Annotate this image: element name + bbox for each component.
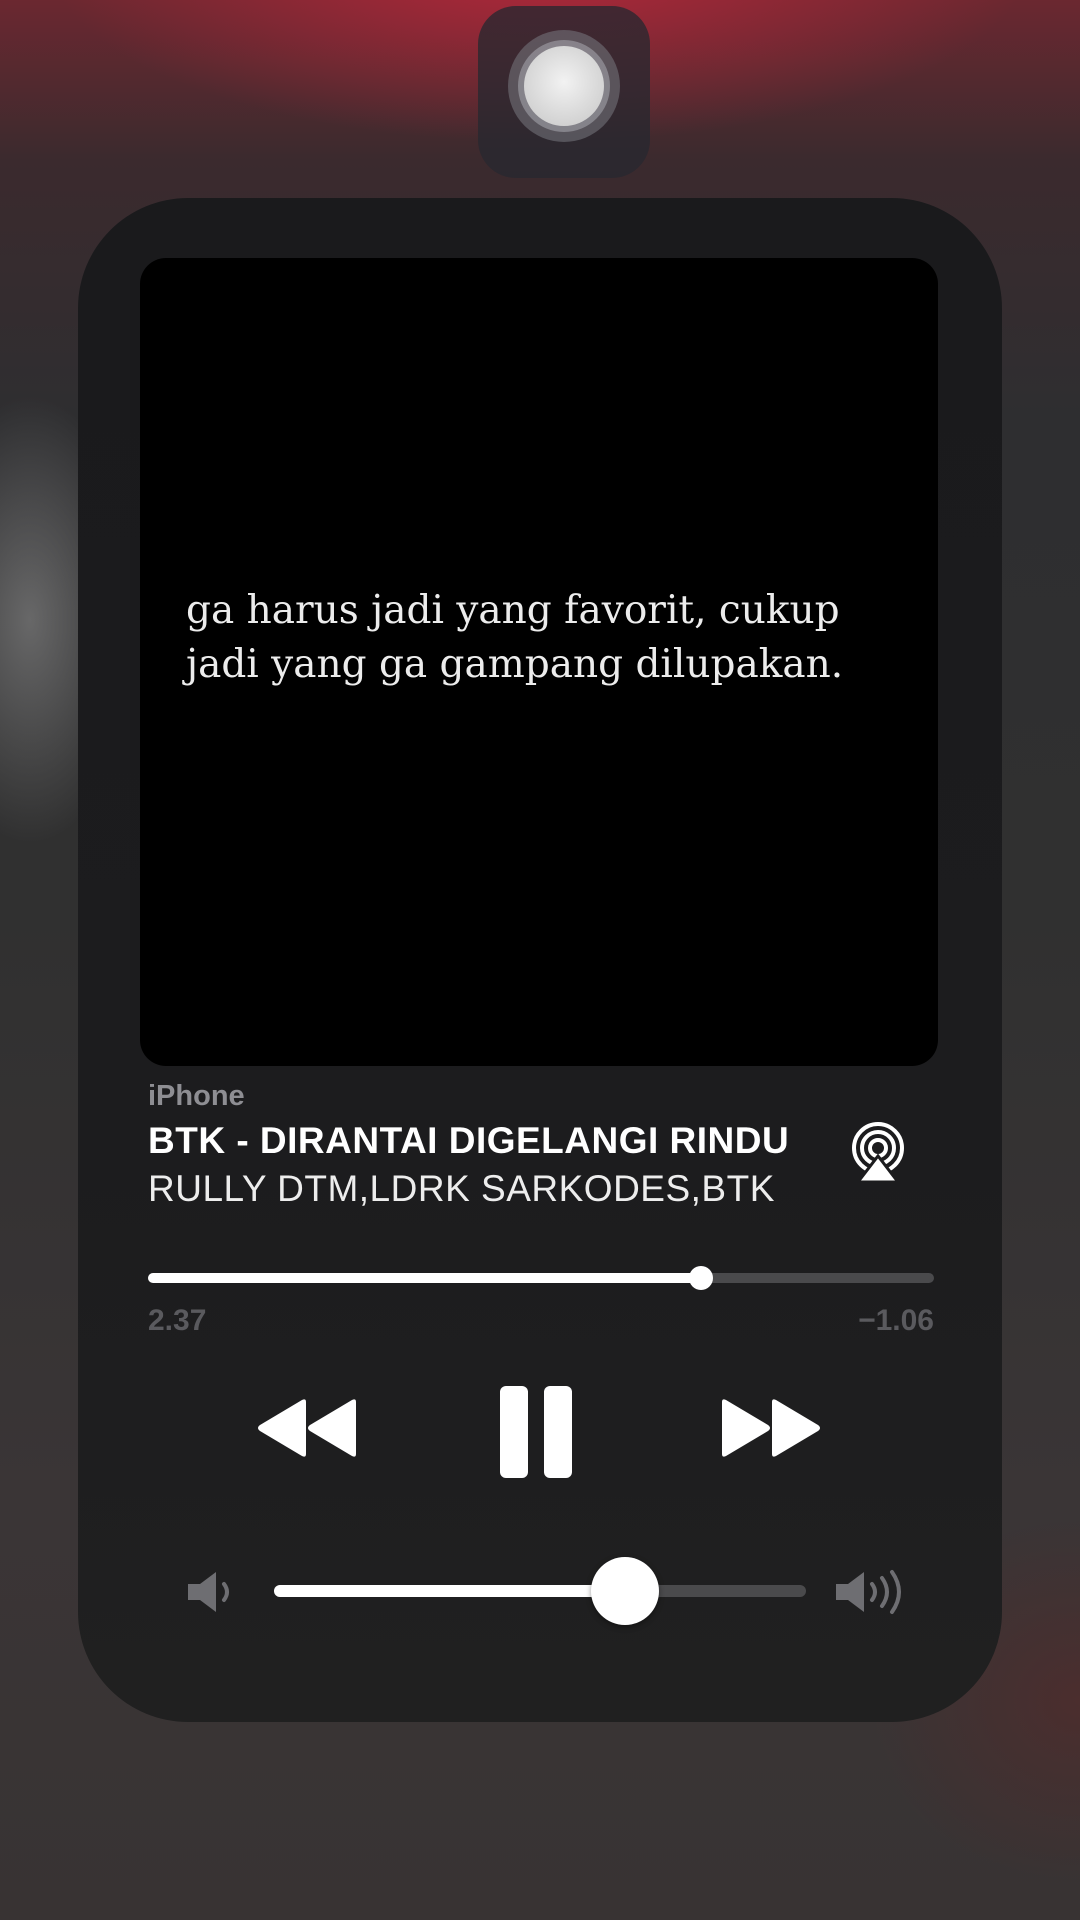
pause-icon <box>500 1386 572 1478</box>
volume-slider[interactable] <box>274 1557 806 1625</box>
rewind-icon <box>258 1399 356 1457</box>
song-title: BTK - DIRANTAI DIGELANGI RINDU <box>148 1120 790 1161</box>
progress-knob[interactable] <box>688 1266 713 1290</box>
progress-fill <box>148 1273 701 1283</box>
remaining-time: −1.06 <box>858 1304 934 1337</box>
artwork-quote-text: ga harus jadi yang favorit, cukup jadi y… <box>186 588 844 687</box>
assistive-touch-button[interactable] <box>478 6 650 178</box>
fast-forward-icon <box>722 1399 820 1457</box>
airplay-icon[interactable] <box>846 1120 910 1184</box>
assistive-touch-icon <box>508 30 620 142</box>
pause-button[interactable] <box>498 1384 574 1480</box>
song-artist: RULLY DTM,LDRK SARKODES,BTK <box>148 1168 775 1209</box>
now-playing-card: ga harus jadi yang favorit, cukup jadi y… <box>78 198 1002 1722</box>
speaker-high-icon <box>834 1568 908 1616</box>
volume-fill <box>274 1585 626 1597</box>
fast-forward-button[interactable] <box>718 1396 824 1460</box>
elapsed-time: 2.37 <box>148 1304 207 1337</box>
volume-knob[interactable] <box>591 1557 660 1625</box>
album-artwork: ga harus jadi yang favorit, cukup jadi y… <box>140 258 938 1066</box>
rewind-button[interactable] <box>254 1396 360 1460</box>
speaker-low-icon <box>186 1568 238 1616</box>
progress-slider[interactable] <box>148 1266 934 1290</box>
output-device-label: iPhone <box>148 1080 245 1112</box>
